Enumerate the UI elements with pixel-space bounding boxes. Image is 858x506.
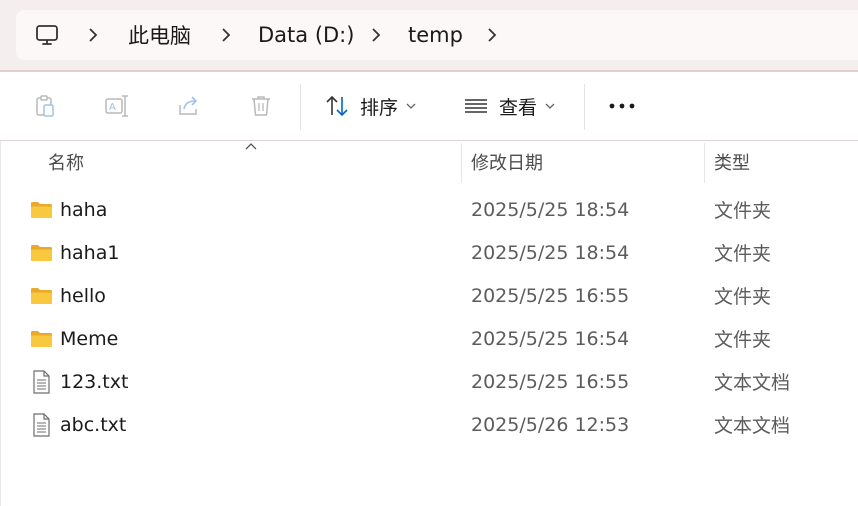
rename-icon: A bbox=[105, 95, 128, 117]
file-row[interactable]: haha1 2025/5/25 18:54 文件夹 bbox=[0, 231, 858, 274]
file-type: 文件夹 bbox=[714, 286, 772, 308]
sort-icon bbox=[326, 95, 348, 117]
toolbar-separator bbox=[584, 84, 585, 130]
file-type: 文本文档 bbox=[714, 415, 791, 437]
text-file-icon bbox=[30, 360, 53, 403]
file-name: abc.txt bbox=[60, 413, 127, 436]
file-list: haha 2025/5/25 18:54 文件夹 haha1 2025/5/25… bbox=[0, 188, 858, 446]
breadcrumb-data-drive[interactable]: Data (D:) bbox=[258, 10, 354, 60]
delete-button[interactable] bbox=[242, 86, 280, 126]
toolbar-separator bbox=[300, 84, 301, 130]
file-row[interactable]: abc.txt 2025/5/26 12:53 文本文档 bbox=[0, 403, 858, 446]
chevron-right-icon[interactable] bbox=[370, 10, 382, 60]
column-header-row: 名称 修改日期 类型 bbox=[0, 141, 858, 183]
share-button[interactable] bbox=[170, 86, 208, 126]
paste-button[interactable] bbox=[26, 86, 64, 126]
file-row[interactable]: 123.txt 2025/5/25 16:55 文本文档 bbox=[0, 360, 858, 403]
file-type: 文件夹 bbox=[714, 243, 772, 265]
breadcrumb-this-pc[interactable]: 此电脑 bbox=[128, 10, 191, 60]
file-modified-date: 2025/5/25 16:54 bbox=[471, 327, 630, 350]
paste-icon bbox=[36, 95, 54, 117]
column-header-date[interactable]: 修改日期 bbox=[471, 141, 543, 183]
chevron-right-icon[interactable] bbox=[220, 10, 232, 60]
rename-button[interactable]: A bbox=[98, 86, 136, 126]
folder-icon bbox=[30, 317, 53, 360]
address-bar[interactable]: 此电脑 Data (D:) temp bbox=[16, 10, 858, 60]
sort-button[interactable]: 排序 bbox=[324, 86, 416, 126]
column-header-type[interactable]: 类型 bbox=[714, 141, 750, 183]
view-label: 查看 bbox=[499, 96, 538, 119]
file-name: hello bbox=[60, 284, 106, 307]
file-modified-date: 2025/5/26 12:53 bbox=[471, 413, 630, 436]
chevron-down-icon bbox=[406, 103, 416, 109]
file-modified-date: 2025/5/25 16:55 bbox=[471, 370, 630, 393]
svg-text:A: A bbox=[109, 102, 116, 113]
view-button[interactable]: 查看 bbox=[463, 86, 555, 126]
file-type: 文本文档 bbox=[714, 372, 791, 394]
file-modified-date: 2025/5/25 18:54 bbox=[471, 198, 630, 221]
file-type: 文件夹 bbox=[714, 200, 772, 222]
file-row[interactable]: Meme 2025/5/25 16:54 文件夹 bbox=[0, 317, 858, 360]
file-modified-date: 2025/5/25 16:55 bbox=[471, 284, 630, 307]
breadcrumb-temp[interactable]: temp bbox=[408, 10, 463, 60]
folder-icon bbox=[30, 231, 53, 274]
sort-ascending-icon bbox=[245, 143, 257, 150]
more-icon bbox=[609, 103, 635, 109]
command-bar: A 排序 查看 bbox=[0, 72, 858, 140]
this-pc-icon[interactable] bbox=[34, 10, 60, 60]
file-row[interactable]: haha 2025/5/25 18:54 文件夹 bbox=[0, 188, 858, 231]
more-options-button[interactable] bbox=[604, 86, 640, 126]
column-divider[interactable] bbox=[461, 143, 462, 183]
folder-icon bbox=[30, 188, 53, 231]
sort-label: 排序 bbox=[360, 96, 399, 119]
share-icon bbox=[179, 96, 198, 115]
view-icon bbox=[465, 99, 487, 113]
column-divider[interactable] bbox=[704, 143, 705, 183]
file-name: 123.txt bbox=[60, 370, 129, 393]
file-name: haha bbox=[60, 198, 108, 221]
file-row[interactable]: hello 2025/5/25 16:55 文件夹 bbox=[0, 274, 858, 317]
folder-icon bbox=[30, 274, 53, 317]
file-name: Meme bbox=[60, 327, 119, 350]
file-name: haha1 bbox=[60, 241, 120, 264]
chevron-right-icon[interactable] bbox=[87, 10, 99, 60]
trash-icon bbox=[252, 96, 270, 116]
file-modified-date: 2025/5/25 18:54 bbox=[471, 241, 630, 264]
column-header-name[interactable]: 名称 bbox=[48, 141, 84, 183]
chevron-down-icon bbox=[545, 103, 555, 109]
file-type: 文件夹 bbox=[714, 329, 772, 351]
text-file-icon bbox=[30, 403, 53, 446]
chevron-right-icon[interactable] bbox=[486, 10, 498, 60]
